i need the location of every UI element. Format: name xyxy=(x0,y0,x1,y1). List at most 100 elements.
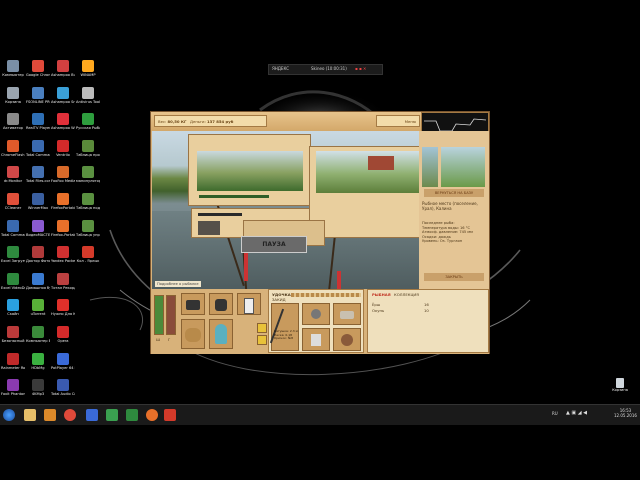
status-bar: Вес: 80,50 КГ Деньги: 137 854 руб xyxy=(154,115,267,127)
desktop-icon[interactable]: Excel VideoDrive... xyxy=(1,272,25,303)
desktop-icon[interactable]: dr.Monitor xyxy=(1,166,25,196)
game-taskbar-icon[interactable] xyxy=(164,409,176,421)
desktop-icon[interactable]: Ventrilo xyxy=(51,139,75,170)
tray-icons[interactable]: ▲ ▣ ◢ ◀ xyxy=(566,410,587,416)
rod-slot[interactable]: Катушка: 2.3 м Леска: 0.18 Крючок: №8 xyxy=(269,303,299,351)
desktop-icon[interactable]: Компьютер xyxy=(1,60,25,90)
media-player-icon[interactable] xyxy=(44,409,56,421)
desktop-icon[interactable]: Total Commander Ху xyxy=(1,219,25,250)
desktop-icon[interactable]: Скайп xyxy=(1,299,25,329)
desktop-icon[interactable]: манипулятор подзвон... xyxy=(76,166,100,196)
level-2-badge[interactable] xyxy=(257,335,267,345)
return-to-base-button[interactable]: ВЕРНУТЬСЯ НА БАЗУ xyxy=(424,189,484,197)
right-info-panel: ВЕРНУТЬСЯ НА БАЗУ Рыбное место (поселени… xyxy=(419,131,489,289)
language-indicator[interactable]: RU xyxy=(552,411,558,416)
desktop-icon-label: манипулятор подзвон... xyxy=(76,179,100,184)
basket-slot[interactable] xyxy=(181,319,205,349)
desktop-icon[interactable]: WinnerMax xyxy=(26,193,50,223)
phone-slot[interactable] xyxy=(237,293,261,315)
clock-date: 12.05.2016 xyxy=(614,413,637,418)
excel-icon[interactable] xyxy=(126,409,138,421)
explorer-icon[interactable] xyxy=(24,409,36,421)
bait-slot[interactable] xyxy=(333,303,361,325)
app-icon xyxy=(7,139,19,152)
firefox-icon[interactable] xyxy=(146,409,158,421)
desktop-icon[interactable]: HDbMg xyxy=(26,352,50,383)
line-slot[interactable] xyxy=(302,328,330,351)
desktop-icon[interactable]: FooFoo Media Files xyxy=(51,166,75,196)
desktop-icon[interactable]: Rainmeter Rosso xyxy=(1,352,25,383)
map-photo-panel[interactable] xyxy=(188,134,311,206)
clock[interactable]: 16:53 12.05.2016 xyxy=(614,408,637,418)
camera-slot[interactable] xyxy=(181,293,205,315)
desktop-icon[interactable]: ВидеоМАСТЕР xyxy=(26,219,50,250)
desktop-icon[interactable]: WINAMP xyxy=(76,60,100,90)
desktop-icon[interactable]: Ashampoo Snap xyxy=(51,86,75,117)
slider-2[interactable] xyxy=(198,221,220,235)
desktop-icon[interactable]: Total Commander xyxy=(26,139,50,170)
desktop-icon[interactable]: RealTV Player xyxy=(26,113,50,143)
desktop-icon[interactable]: Корзина xyxy=(1,86,25,117)
desktop-icon[interactable]: Excel Загрузчики xyxy=(1,246,25,276)
desktop-icon[interactable]: Тотал Рекордер xyxy=(51,272,75,303)
desktop-icon[interactable]: Нужно Для Ютуба xyxy=(51,299,75,329)
desktop-icon-label: dr.Monitor xyxy=(3,179,23,184)
desktop-icon[interactable]: FirefoxPortable - Ярлык xyxy=(51,193,75,223)
catch-row[interactable]: Окунь 10 xyxy=(372,308,484,314)
desktop-icon[interactable]: Активатор xyxy=(1,113,25,143)
bag-slot[interactable] xyxy=(209,293,233,315)
reel-slot[interactable] xyxy=(302,303,330,325)
save-icon[interactable] xyxy=(86,409,98,421)
desktop-icon[interactable]: Таблица подзвон... xyxy=(76,193,100,223)
desktop-icon[interactable]: Total Files.com xyxy=(26,166,50,196)
hook-icon xyxy=(341,334,353,346)
app-icon xyxy=(82,246,94,259)
menu-button[interactable]: Меню xyxy=(376,115,420,127)
desktop-icon[interactable]: Google Chrome xyxy=(26,60,50,90)
desktop-icon-label: Нужно Для Ютуба xyxy=(51,312,75,317)
slider-1[interactable] xyxy=(198,213,242,216)
desktop-icon[interactable]: Кол - Ярлык xyxy=(76,246,100,276)
scene-caption[interactable]: Подробнее о рыбалке xyxy=(155,281,201,287)
recycle-bin-icon xyxy=(616,378,624,388)
desktop-icon[interactable]: Безопасный xyxy=(1,326,25,356)
desktop-icon[interactable]: Домашняя бухгалтерия xyxy=(26,272,50,303)
app-icon xyxy=(32,60,44,72)
location-photo-1[interactable] xyxy=(197,151,303,191)
desktop-icon[interactable]: PotPlayer 64 bit xyxy=(51,352,75,383)
catch-tab[interactable]: РЫБНАЯ xyxy=(372,292,391,297)
desktop-icon[interactable]: Ashampoo Burning Stud... xyxy=(51,60,75,90)
yandex-search[interactable]: ЯНДЕКС xyxy=(272,66,289,71)
butterfly-icon[interactable] xyxy=(106,409,118,421)
desktop-icon[interactable]: ChromeFlash PRO xyxy=(1,139,25,170)
recycle-bin-label: Корзина xyxy=(612,388,628,392)
app-icon xyxy=(32,193,44,205)
desktop-icon[interactable]: Opera xyxy=(51,326,75,356)
desktop-icon[interactable]: uTorrent xyxy=(26,299,50,329)
desktop-icon[interactable]: Компьютер Без Вирусов xyxy=(26,326,50,356)
close-button[interactable]: ЗАКРЫТЬ xyxy=(424,273,484,281)
hook-slot[interactable] xyxy=(333,328,361,351)
thumbnail-right[interactable] xyxy=(441,147,485,187)
app-icon xyxy=(7,379,19,392)
desktop-icon[interactable]: Доктор Фотошоп xyxy=(26,246,50,276)
desktop-icon[interactable]: Русская Рыбалка xyxy=(76,113,100,143)
pause-button[interactable]: ПАУЗА xyxy=(241,236,307,253)
keepnet-slot[interactable] xyxy=(209,319,233,349)
desktop-icon[interactable]: Antivirus Tools xyxy=(76,86,100,117)
desktop-icon[interactable]: CCleaner xyxy=(1,193,25,223)
desktop-icon[interactable]: Таблица упражнен... xyxy=(76,219,100,250)
start-button[interactable] xyxy=(3,409,15,421)
level-1-badge[interactable] xyxy=(257,323,267,333)
collection-tab[interactable]: КОЛЛЕКЦИЯ xyxy=(394,292,419,297)
desktop-icon[interactable]: Firefox-Portable - Ярлык xyxy=(51,219,75,250)
desktop-icon[interactable]: Ashampoo WinOptimi... xyxy=(51,113,75,143)
top-address-bar[interactable]: ЯНДЕКС Skineo (10:00:31) ▪ ▪ ✕ xyxy=(268,64,383,75)
chrome-icon[interactable] xyxy=(64,409,76,421)
desktop-icon[interactable]: Yandex Packer xyxy=(51,246,75,276)
desktop-icon[interactable]: Таблица промышлен... xyxy=(76,139,100,170)
recycle-bin[interactable]: Корзина xyxy=(612,378,628,398)
window-controls-icon[interactable]: ▪ ▪ ✕ xyxy=(355,66,366,71)
desktop-icon[interactable]: FSONLINE PROGRAMM xyxy=(26,86,50,117)
desktop-icon-label: Total Commander Ху xyxy=(1,232,25,237)
